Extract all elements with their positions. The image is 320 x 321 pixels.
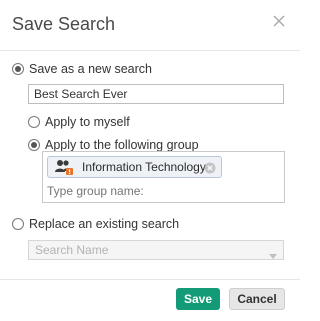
apply-myself-label: Apply to myself xyxy=(45,115,130,129)
apply-group-option[interactable]: Apply to the following group xyxy=(28,138,199,152)
save-button[interactable]: Save xyxy=(176,288,220,310)
dialog-header: Save Search xyxy=(0,0,300,51)
apply-group-radio[interactable] xyxy=(28,139,40,151)
remove-icon[interactable] xyxy=(204,161,216,174)
chevron-down-icon xyxy=(269,247,277,265)
save-search-dialog: Save Search Save as a new search Best Se… xyxy=(0,0,300,321)
apply-group-label: Apply to the following group xyxy=(45,138,199,152)
group-chip: Information Technology xyxy=(47,156,222,178)
group-selector[interactable]: Information Technology xyxy=(42,151,285,203)
save-new-option[interactable]: Save as a new search xyxy=(12,62,152,76)
cancel-button[interactable]: Cancel xyxy=(229,288,285,310)
close-icon[interactable] xyxy=(270,12,288,30)
dialog-title: Save Search xyxy=(12,14,116,34)
apply-myself-option[interactable]: Apply to myself xyxy=(28,115,130,129)
footer-divider xyxy=(0,279,300,280)
group-name-input[interactable] xyxy=(47,183,277,199)
apply-myself-radio[interactable] xyxy=(28,116,40,128)
group-icon xyxy=(54,158,74,176)
replace-existing-label: Replace an existing search xyxy=(29,217,180,231)
replace-existing-option[interactable]: Replace an existing search xyxy=(12,217,179,231)
search-name-input[interactable]: Best Search Ever xyxy=(28,84,284,104)
replace-existing-radio[interactable] xyxy=(12,218,24,230)
save-new-label: Save as a new search xyxy=(29,62,152,76)
search-name-select[interactable]: Search Name xyxy=(28,240,284,260)
group-chip-label: Information Technology xyxy=(82,160,206,174)
save-new-radio[interactable] xyxy=(12,63,24,75)
search-select-placeholder: Search Name xyxy=(35,243,109,257)
